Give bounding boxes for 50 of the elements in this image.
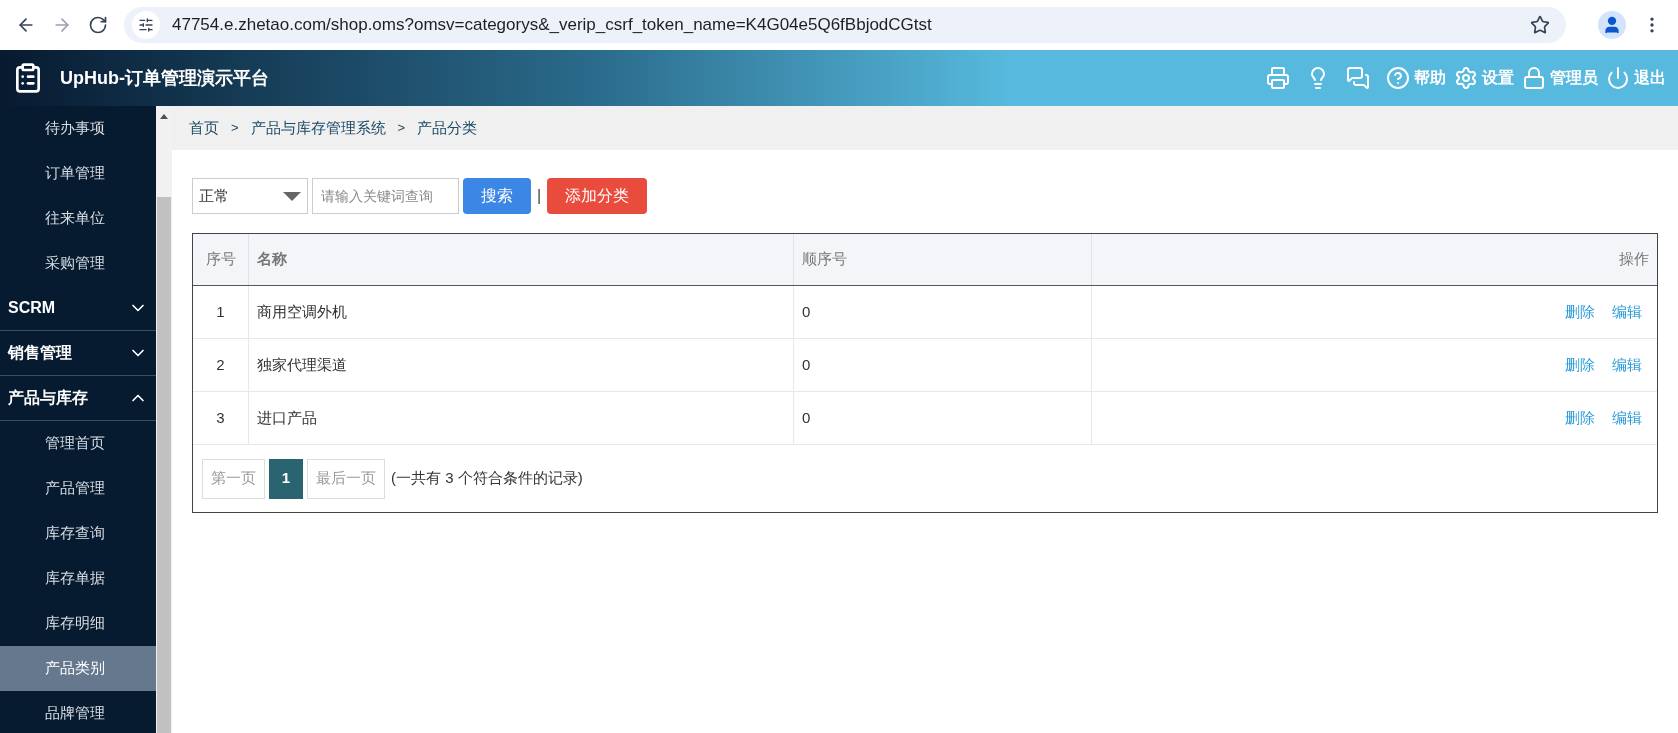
sidebar-item[interactable]: 库存查询 <box>0 511 157 556</box>
app-title: UpHub-订单管理演示平台 <box>60 66 269 90</box>
power-icon <box>1606 66 1630 90</box>
breadcrumb-separator: > <box>397 119 406 138</box>
sidebar-item[interactable]: 管理首页 <box>0 421 157 466</box>
table-cell: 0 <box>794 392 1092 444</box>
settings-icon <box>1454 66 1478 90</box>
page-button[interactable]: 1 <box>269 458 303 499</box>
status-select[interactable]: 正常 <box>192 178 308 214</box>
table-cell: 商用空调外机 <box>249 286 794 338</box>
sidebar-item[interactable]: 品牌管理 <box>0 691 157 733</box>
table-cell: 进口产品 <box>249 392 794 444</box>
sidebar-item[interactable]: 库存明细 <box>0 601 157 646</box>
table-cell: 1 <box>193 286 249 338</box>
profile-icon[interactable] <box>1598 11 1626 39</box>
sidebar-item[interactable]: 订单管理 <box>0 151 157 196</box>
column-header: 操作 <box>1618 249 1650 270</box>
lock-icon <box>1522 66 1546 90</box>
breadcrumb-link[interactable]: 产品与库存管理系统 <box>250 116 386 140</box>
reload-icon[interactable] <box>88 15 108 35</box>
sidebar-item[interactable]: 待办事项 <box>0 106 157 151</box>
table-cell: 独家代理渠道 <box>249 339 794 391</box>
breadcrumb-link[interactable]: 首页 <box>189 116 219 140</box>
bookmark-star-icon[interactable] <box>1530 15 1550 35</box>
table-cell: 3 <box>193 392 249 444</box>
sidebar-item[interactable]: 采购管理 <box>0 241 157 286</box>
address-bar[interactable]: 47754.e.zhetao.com/shop.oms?omsv=categorys&_verip_csrf_token_name=K4G04e5Q6fBbjodCGtst <box>124 7 1566 43</box>
scrollbar[interactable] <box>156 106 172 733</box>
column-header: 名称 <box>249 234 794 285</box>
sidebar-item[interactable]: 往来单位 <box>0 196 157 241</box>
breadcrumb-separator: > <box>231 119 239 138</box>
sidebar-item[interactable]: 库存单据 <box>0 556 157 601</box>
column-header: 顺序号 <box>794 234 1092 285</box>
divider-text: | <box>537 186 542 206</box>
dropdown-caret-icon <box>283 191 301 201</box>
scrollbar-thumb[interactable] <box>157 197 172 733</box>
search-button[interactable]: 搜索 <box>463 178 531 214</box>
site-info-icon[interactable] <box>132 11 160 39</box>
sidebar-item[interactable]: 产品管理 <box>0 466 157 511</box>
breadcrumb-link[interactable]: 产品分类 <box>417 116 478 140</box>
record-count-text: (一共有 3 个符合条件的记录) <box>391 468 583 489</box>
column-header: 序号 <box>193 234 249 285</box>
help-icon <box>1386 66 1410 90</box>
table-cell: 0 <box>794 286 1092 338</box>
table-cell: 0 <box>794 339 1092 391</box>
table-cell: 2 <box>193 339 249 391</box>
add-category-button[interactable]: 添加分类 <box>547 178 648 214</box>
keyword-input[interactable]: 请输入关键词查询 <box>312 178 459 214</box>
url-text: 47754.e.zhetao.com/shop.oms?omsv=categorys&_verip_csrf_token_name=K4G04e5Q6fBbjodCGtst <box>172 14 933 37</box>
sidebar-item[interactable]: 产品类别 <box>0 646 157 691</box>
